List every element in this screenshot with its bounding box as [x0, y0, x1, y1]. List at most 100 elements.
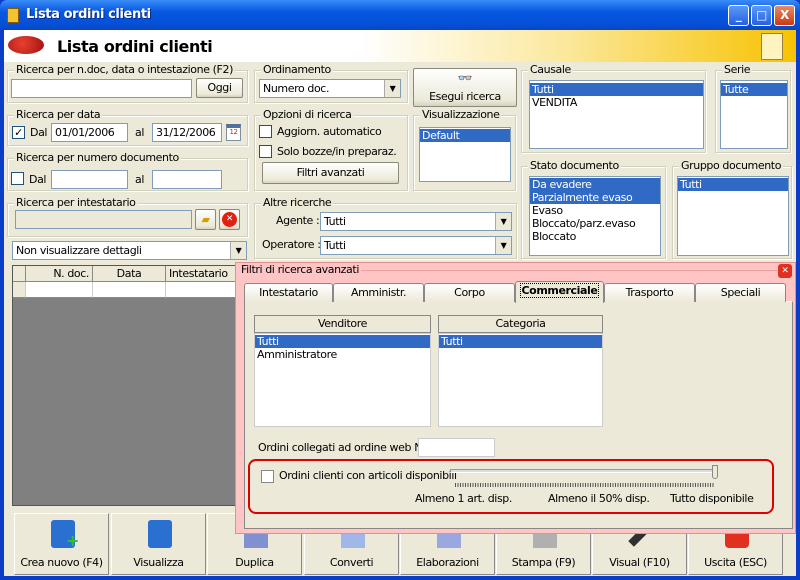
- auto-update-label: Aggiorn. automatico: [277, 125, 382, 138]
- number-from-input[interactable]: [51, 170, 128, 189]
- date-to-label: al: [135, 126, 144, 139]
- serie-list[interactable]: Tutte: [720, 80, 788, 149]
- calendar-icon[interactable]: 12: [226, 124, 241, 141]
- number-checkbox[interactable]: [11, 172, 24, 185]
- advanced-filters-button[interactable]: Filtri avanzati: [262, 162, 399, 184]
- operator-label: Operatore :: [262, 238, 321, 251]
- view-list[interactable]: Default: [419, 127, 511, 182]
- run-search-label: Esegui ricerca: [429, 90, 501, 103]
- slider-label-mid: Almeno il 50% disp.: [548, 492, 650, 505]
- folder-icon[interactable]: ▰: [195, 209, 216, 230]
- tab-amministr[interactable]: Amministr.: [333, 283, 424, 302]
- stato-item[interactable]: Bloccato: [530, 230, 660, 243]
- new-doc-icon: +: [51, 520, 79, 550]
- holder-input[interactable]: [15, 210, 192, 229]
- magnifier-doc-icon: [148, 520, 172, 548]
- operator-select[interactable]: Tutti ▼: [320, 236, 512, 255]
- causale-list[interactable]: Tutti VENDITA: [529, 80, 704, 149]
- causale-item[interactable]: Tutti: [530, 83, 703, 96]
- dialog-title: Filtri di ricerca avanzati: [239, 263, 361, 276]
- view-item[interactable]: Default: [420, 129, 510, 142]
- row-header: [13, 282, 26, 298]
- page-title: Lista ordini clienti: [57, 37, 213, 56]
- chevron-down-icon: ▼: [495, 237, 511, 254]
- availability-slider-thumb[interactable]: [712, 465, 718, 479]
- ordering-value: Numero doc.: [263, 82, 330, 95]
- ordering-select[interactable]: Numero doc. ▼: [259, 79, 401, 98]
- report-users-icon: [761, 33, 783, 60]
- details-select[interactable]: Non visualizzare dettagli ▼: [12, 241, 247, 260]
- app-icon: [7, 8, 19, 23]
- clear-holder-button[interactable]: ✕: [219, 209, 240, 230]
- drafts-only-checkbox[interactable]: [259, 145, 272, 158]
- stato-list[interactable]: Da evadere Parzialmente evaso Evaso Bloc…: [529, 176, 661, 256]
- grid-cell[interactable]: [93, 282, 166, 298]
- number-to-input[interactable]: [152, 170, 222, 189]
- seller-header: Venditore: [254, 315, 431, 333]
- maximize-button[interactable]: □: [751, 5, 772, 26]
- tab-commerciale[interactable]: Commerciale: [515, 281, 604, 303]
- web-order-input[interactable]: [418, 438, 495, 457]
- search-text-input[interactable]: [11, 79, 192, 98]
- tab-trasporto[interactable]: Trasporto: [604, 283, 695, 302]
- dialog-close-icon[interactable]: ✕: [778, 264, 792, 278]
- date-to-input[interactable]: 31/12/2006: [152, 123, 222, 142]
- causale-item[interactable]: VENDITA: [530, 96, 703, 109]
- web-order-label: Ordini collegati ad ordine web N.: [258, 441, 426, 454]
- category-item[interactable]: Tutti: [439, 335, 602, 348]
- category-header: Categoria: [438, 315, 603, 333]
- chevron-down-icon: ▼: [495, 213, 511, 230]
- agent-select[interactable]: Tutti ▼: [320, 212, 512, 231]
- number-to-label: al: [135, 173, 144, 186]
- seller-item[interactable]: Tutti: [255, 335, 430, 348]
- window-title: Lista ordini clienti: [26, 7, 151, 22]
- view-button[interactable]: Visualizza: [111, 513, 206, 575]
- chevron-down-icon: ▼: [384, 80, 400, 97]
- run-search-button[interactable]: 👓 Esegui ricerca: [413, 68, 517, 107]
- stato-item[interactable]: Da evadere: [530, 178, 660, 191]
- seller-item[interactable]: Amministratore: [255, 348, 430, 361]
- operator-value: Tutti: [324, 239, 346, 252]
- date-from-input[interactable]: 01/01/2006: [51, 123, 128, 142]
- date-from-label: Dal: [30, 126, 48, 139]
- gruppo-list[interactable]: Tutti: [677, 176, 789, 256]
- grid-corner: [13, 266, 26, 282]
- details-select-value: Non visualizzare dettagli: [16, 244, 142, 257]
- orders-grid[interactable]: N. doc. Data Intestatario: [12, 265, 243, 506]
- tab-intestatario[interactable]: Intestatario: [244, 283, 333, 302]
- clear-icon: ✕: [222, 212, 237, 227]
- slider-label-max: Tutto disponibile: [670, 492, 754, 505]
- stato-item[interactable]: Bloccato/parz.evaso: [530, 217, 660, 230]
- stato-item[interactable]: Evaso: [530, 204, 660, 217]
- col-header-ndoc[interactable]: N. doc.: [26, 266, 93, 282]
- stato-item[interactable]: Parzialmente evaso: [530, 191, 660, 204]
- today-button[interactable]: Oggi: [196, 78, 243, 98]
- drafts-only-label: Solo bozze/in preparaz.: [277, 145, 397, 158]
- create-new-button[interactable]: + Crea nuovo (F4): [14, 513, 109, 575]
- availability-slider-track[interactable]: [450, 469, 718, 473]
- available-label: Ordini clienti con articoli disponibili: [279, 469, 457, 482]
- agent-label: Agente :: [276, 214, 320, 227]
- slider-ticks: [455, 483, 715, 487]
- date-checkbox[interactable]: ✓: [12, 126, 25, 139]
- gruppo-item[interactable]: Tutti: [678, 178, 788, 191]
- number-from-label: Dal: [29, 173, 47, 186]
- available-checkbox[interactable]: [261, 470, 274, 483]
- serie-item[interactable]: Tutte: [721, 83, 787, 96]
- seller-list[interactable]: Tutti Amministratore: [254, 333, 431, 427]
- auto-update-checkbox[interactable]: [259, 125, 272, 138]
- tab-commerciale-label: Commerciale: [519, 283, 600, 298]
- col-header-data[interactable]: Data: [93, 266, 166, 282]
- chevron-down-icon: ▼: [230, 242, 246, 259]
- agent-value: Tutti: [324, 215, 346, 228]
- tab-corpo[interactable]: Corpo: [424, 283, 515, 302]
- binoculars-icon: 👓: [457, 71, 473, 85]
- strawberry-logo-icon: [8, 36, 44, 54]
- col-header-intestatario[interactable]: Intestatario: [166, 266, 243, 282]
- close-button[interactable]: X: [774, 5, 795, 26]
- tab-speciali[interactable]: Speciali: [695, 283, 786, 302]
- grid-cell[interactable]: [166, 282, 243, 298]
- category-list[interactable]: Tutti: [438, 333, 603, 427]
- minimize-button[interactable]: _: [728, 5, 749, 26]
- grid-cell[interactable]: [26, 282, 93, 298]
